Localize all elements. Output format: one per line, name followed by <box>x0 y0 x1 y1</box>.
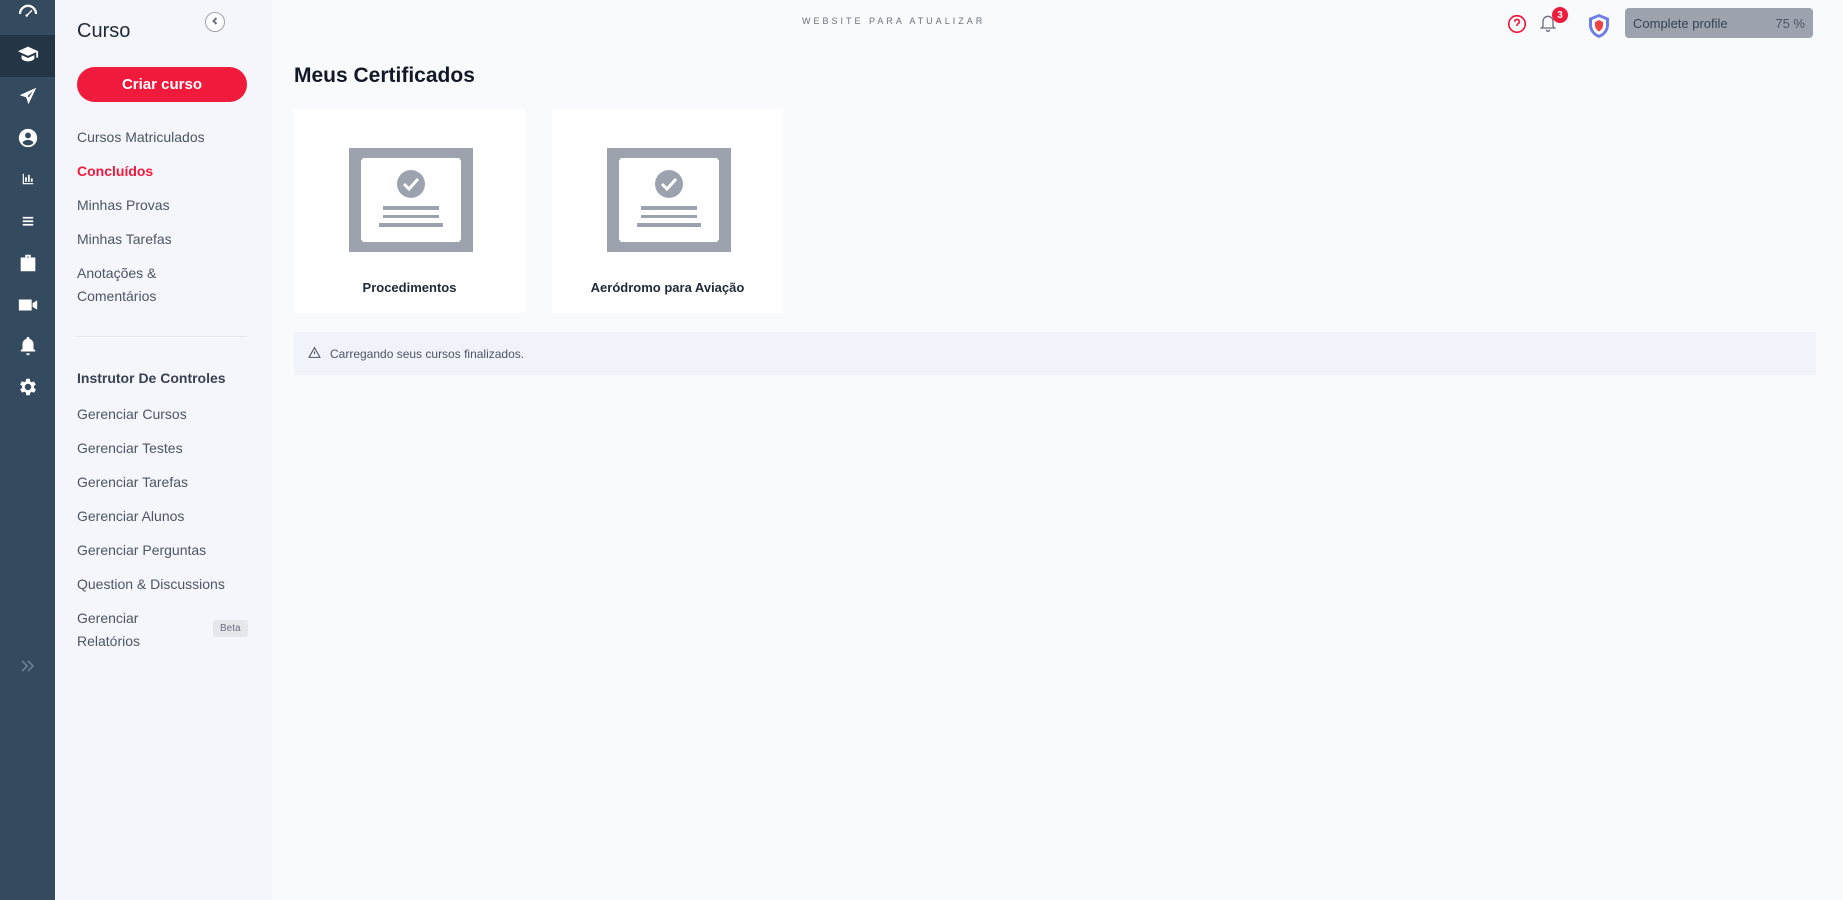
rail-profile[interactable] <box>0 119 55 161</box>
certificate-card[interactable]: Procedimentos <box>294 109 525 313</box>
bell-outline-icon <box>1538 15 1558 37</box>
nav-my-assignments[interactable]: Minhas Tarefas <box>77 228 247 251</box>
submenu-title: Curso <box>77 20 131 42</box>
shield-avatar-icon <box>1587 14 1611 43</box>
notification-count-badge: 3 <box>1552 7 1568 23</box>
certificate-card[interactable]: Aeródromo para Aviação <box>552 109 783 313</box>
chevron-left-icon <box>210 13 220 31</box>
rail-expand-button[interactable] <box>0 650 55 686</box>
expand-chevrons-icon <box>18 656 38 681</box>
dashboard-icon <box>17 1 39 28</box>
warning-icon <box>308 346 330 362</box>
nav-manage-questions[interactable]: Gerenciar Perguntas <box>77 539 247 562</box>
certificate-icon <box>605 145 733 255</box>
page-title: Meus Certificados <box>294 64 475 87</box>
gear-icon <box>17 376 39 403</box>
user-circle-icon <box>17 127 39 154</box>
collapse-submenu-button[interactable] <box>205 12 225 32</box>
certificate-icon <box>347 145 475 255</box>
chart-icon <box>21 172 35 191</box>
create-course-button[interactable]: Criar curso <box>77 67 247 102</box>
nav-manage-students[interactable]: Gerenciar Alunos <box>77 505 247 528</box>
nav-enrolled-courses[interactable]: Cursos Matriculados <box>77 126 247 149</box>
notice-text: Carregando seus cursos finalizados. <box>330 346 525 361</box>
rail-settings[interactable] <box>0 368 55 410</box>
update-website-link[interactable]: Website para Atualizar <box>802 16 985 26</box>
rail-courses[interactable] <box>0 35 55 77</box>
rail-dashboard[interactable] <box>0 0 55 35</box>
certificate-name: Aeródromo para Aviação <box>590 280 745 295</box>
nav-completed[interactable]: Concluídos <box>77 160 247 183</box>
video-camera-icon <box>17 294 39 321</box>
rail-list[interactable] <box>0 202 55 244</box>
bell-icon <box>17 335 39 362</box>
nav-notes-comments[interactable]: Anotações & Comentários <box>77 262 187 308</box>
rail-send[interactable] <box>0 77 55 119</box>
instructor-section-title: Instrutor De Controles <box>77 370 226 386</box>
loading-notice: Carregando seus cursos finalizados. <box>294 332 1816 375</box>
rail-briefcase[interactable] <box>0 244 55 286</box>
rail-video[interactable] <box>0 286 55 328</box>
nav-my-exams[interactable]: Minhas Provas <box>77 194 247 217</box>
complete-profile-button[interactable]: Complete profile 75 % <box>1625 8 1813 38</box>
help-button[interactable] <box>1506 13 1528 35</box>
list-icon <box>21 214 35 233</box>
nav-manage-courses[interactable]: Gerenciar Cursos <box>77 403 247 426</box>
help-icon <box>1506 14 1528 39</box>
nav-question-discussions[interactable]: Question & Discussions <box>77 573 247 596</box>
nav-manage-assignments[interactable]: Gerenciar Tarefas <box>77 471 247 494</box>
user-avatar[interactable] <box>1587 13 1611 39</box>
profile-progress-value: 75 % <box>1775 15 1805 31</box>
certificate-name: Procedimentos <box>362 280 457 295</box>
rail-notifications[interactable] <box>0 327 55 369</box>
submenu-divider <box>77 336 247 337</box>
course-submenu: Curso Criar curso Cursos Matriculados Co… <box>55 0 272 900</box>
icon-rail <box>0 0 55 900</box>
paper-plane-icon <box>17 85 39 112</box>
beta-badge: Beta <box>213 620 248 637</box>
nav-manage-reports[interactable]: Gerenciar Relatórios <box>77 607 157 653</box>
nav-manage-tests[interactable]: Gerenciar Testes <box>77 437 247 460</box>
complete-profile-label: Complete profile <box>1633 15 1728 31</box>
graduation-cap-icon <box>17 43 39 70</box>
briefcase-icon <box>17 252 39 279</box>
rail-reports[interactable] <box>0 160 55 202</box>
